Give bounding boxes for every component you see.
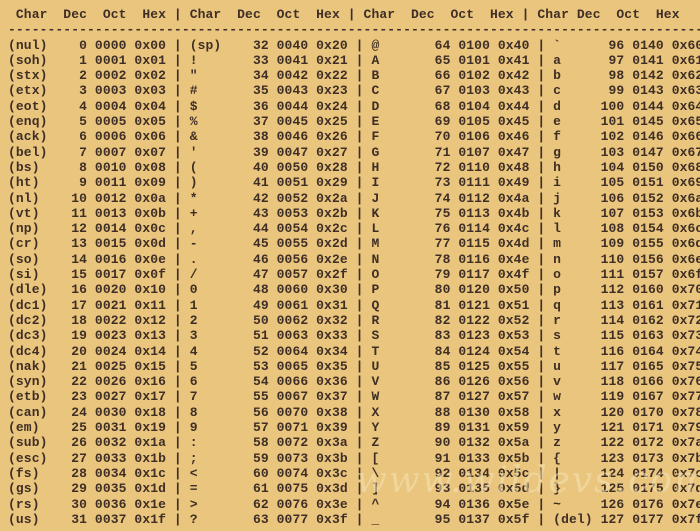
table-row: (enq) 5 0005 0x05 | % 37 0045 0x25 | E 6… — [8, 114, 700, 129]
table-row: (dc1) 17 0021 0x11 | 1 49 0061 0x31 | Q … — [8, 298, 700, 313]
table-row: (gs) 29 0035 0x1d | = 61 0075 0x3d | ] 9… — [8, 481, 700, 496]
table-row: (sub) 26 0032 0x1a | : 58 0072 0x3a | Z … — [8, 435, 700, 450]
table-row: (bs) 8 0010 0x08 | ( 40 0050 0x28 | H 72… — [8, 160, 700, 175]
ascii-table: Char Dec Oct Hex | Char Dec Oct Hex | Ch… — [0, 0, 700, 527]
table-row: (dc3) 19 0023 0x13 | 3 51 0063 0x33 | S … — [8, 328, 700, 343]
table-row: (dle) 16 0020 0x10 | 0 48 0060 0x30 | P … — [8, 282, 700, 297]
table-row: (fs) 28 0034 0x1c | < 60 0074 0x3c | \ 9… — [8, 466, 700, 481]
table-row: (soh) 1 0001 0x01 | ! 33 0041 0x21 | A 6… — [8, 53, 700, 68]
table-row: (dc4) 20 0024 0x14 | 4 52 0064 0x34 | T … — [8, 344, 700, 359]
table-row: (syn) 22 0026 0x16 | 6 54 0066 0x36 | V … — [8, 374, 700, 389]
table-row: (nul) 0 0000 0x00 | (sp) 32 0040 0x20 | … — [8, 38, 700, 53]
table-row: (nl) 10 0012 0x0a | * 42 0052 0x2a | J 7… — [8, 191, 700, 206]
table-row: (etb) 23 0027 0x17 | 7 55 0067 0x37 | W … — [8, 389, 700, 404]
table-row: (nak) 21 0025 0x15 | 5 53 0065 0x35 | U … — [8, 359, 700, 374]
table-row: (ack) 6 0006 0x06 | & 38 0046 0x26 | F 7… — [8, 129, 700, 144]
table-row: (si) 15 0017 0x0f | / 47 0057 0x2f | O 7… — [8, 267, 700, 282]
table-row: (so) 14 0016 0x0e | . 46 0056 0x2e | N 7… — [8, 252, 700, 267]
table-row: (us) 31 0037 0x1f | ? 63 0077 0x3f | _ 9… — [8, 512, 700, 527]
table-row: (em) 25 0031 0x19 | 9 57 0071 0x39 | Y 8… — [8, 420, 700, 435]
table-row: (esc) 27 0033 0x1b | ; 59 0073 0x3b | [ … — [8, 451, 700, 466]
table-row: (cr) 13 0015 0x0d | - 45 0055 0x2d | M 7… — [8, 236, 700, 251]
header-row: Char Dec Oct Hex | Char Dec Oct Hex | Ch… — [8, 7, 700, 22]
table-row: (rs) 30 0036 0x1e | > 62 0076 0x3e | ^ 9… — [8, 497, 700, 512]
table-row: (stx) 2 0002 0x02 | " 34 0042 0x22 | B 6… — [8, 68, 700, 83]
table-row: (can) 24 0030 0x18 | 8 56 0070 0x38 | X … — [8, 405, 700, 420]
table-row: (ht) 9 0011 0x09 | ) 41 0051 0x29 | I 73… — [8, 175, 700, 190]
table-row: (np) 12 0014 0x0c | , 44 0054 0x2c | L 7… — [8, 221, 700, 236]
separator-row: ----------------------------------------… — [8, 22, 700, 37]
table-row: (vt) 11 0013 0x0b | + 43 0053 0x2b | K 7… — [8, 206, 700, 221]
table-row: (eot) 4 0004 0x04 | $ 36 0044 0x24 | D 6… — [8, 99, 700, 114]
table-row: (bel) 7 0007 0x07 | ' 39 0047 0x27 | G 7… — [8, 145, 700, 160]
ascii-table-screen: Char Dec Oct Hex | Char Dec Oct Hex | Ch… — [0, 0, 700, 531]
table-row: (dc2) 18 0022 0x12 | 2 50 0062 0x32 | R … — [8, 313, 700, 328]
table-row: (etx) 3 0003 0x03 | # 35 0043 0x23 | C 6… — [8, 83, 700, 98]
